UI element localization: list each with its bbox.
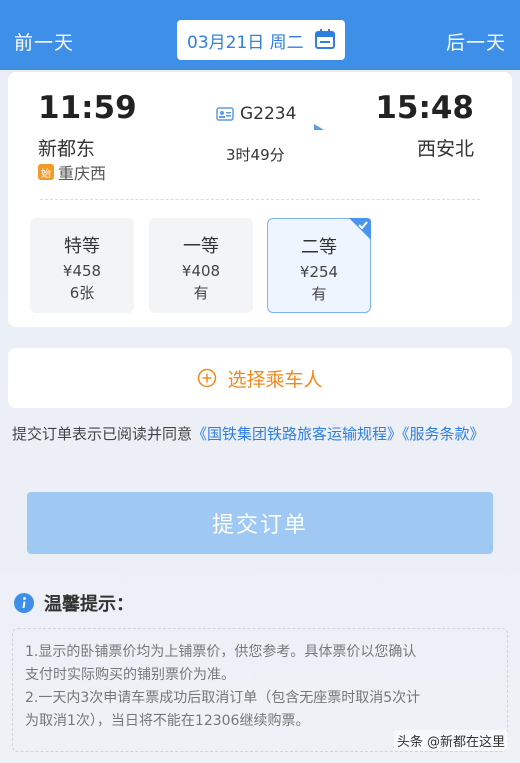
ticket-card: 11:59 新都东 始 重庆西 G2234 3时49分 15:48 西安北 特等…: [8, 72, 512, 327]
departure-time: 11:59: [38, 90, 137, 126]
seat-availability: 6张: [69, 284, 95, 302]
seat-price: ¥458: [62, 262, 102, 280]
origin-row: 始 重庆西: [38, 160, 106, 184]
arrival-station: 西安北: [416, 138, 474, 160]
seat-availability: 有: [311, 285, 327, 303]
divider: [40, 199, 480, 200]
tips-header: 温馨提示：: [14, 590, 134, 616]
next-day-button[interactable]: 后一天: [446, 28, 506, 55]
seat-name: 特等: [64, 236, 100, 257]
plus-circle-icon: [198, 368, 217, 388]
calendar-icon: [315, 29, 335, 49]
submit-order-button[interactable]: 提交订单: [27, 492, 493, 554]
train-info[interactable]: G2234: [216, 104, 296, 124]
terms-link[interactable]: 《服务条款》: [402, 425, 485, 443]
seat-price: ¥408: [181, 262, 221, 280]
id-card-icon: [216, 107, 234, 121]
train-number: G2234: [240, 104, 297, 124]
tip-line: 支付时实际购买的铺别票价为准。: [25, 667, 235, 683]
seat-price: ¥254: [299, 263, 339, 281]
tip-line: 2.一天内3次申请车票成功后取消订单（包含无座票时取消5次计: [25, 690, 421, 706]
departure-station: 新都东: [38, 138, 96, 160]
watermark: 头条 @新都在这里: [393, 730, 508, 751]
info-icon: [14, 593, 34, 613]
seat-option-first-class[interactable]: 一等 ¥408 有: [149, 218, 253, 313]
check-icon: [349, 218, 371, 240]
tips-title: 温馨提示：: [44, 594, 134, 615]
agreement-text: 提交订单表示已阅读并同意《国铁集团铁路旅客运输规程》《服务条款》: [12, 422, 510, 446]
top-bar: 前一天 03月21日 周二 后一天: [0, 0, 520, 70]
route-arrow-icon: [186, 124, 324, 131]
select-passenger-button[interactable]: 选择乘车人: [8, 348, 512, 408]
arrival-time: 15:48: [375, 90, 474, 126]
seat-option-business[interactable]: 特等 ¥458 6张: [30, 218, 134, 313]
origin-station: 重庆西: [58, 164, 107, 183]
date-text: 03月21日 周二: [187, 32, 304, 53]
prev-day-button[interactable]: 前一天: [14, 28, 74, 55]
agreement-prefix: 提交订单表示已阅读并同意: [12, 425, 193, 443]
tip-line: 1.显示的卧铺票价均为上铺票价，供您参考。具体票价以您确认: [25, 644, 417, 660]
seat-option-second-class[interactable]: 二等 ¥254 有: [267, 218, 371, 313]
date-picker[interactable]: 03月21日 周二: [177, 20, 345, 60]
origin-badge: 始: [38, 164, 54, 180]
trip-duration: 3时49分: [226, 146, 285, 164]
rules-link[interactable]: 《国铁集团铁路旅客运输规程》: [192, 425, 402, 443]
seat-name: 一等: [183, 236, 219, 257]
select-passenger-label: 选择乘车人: [227, 368, 323, 391]
seat-availability: 有: [193, 284, 209, 302]
